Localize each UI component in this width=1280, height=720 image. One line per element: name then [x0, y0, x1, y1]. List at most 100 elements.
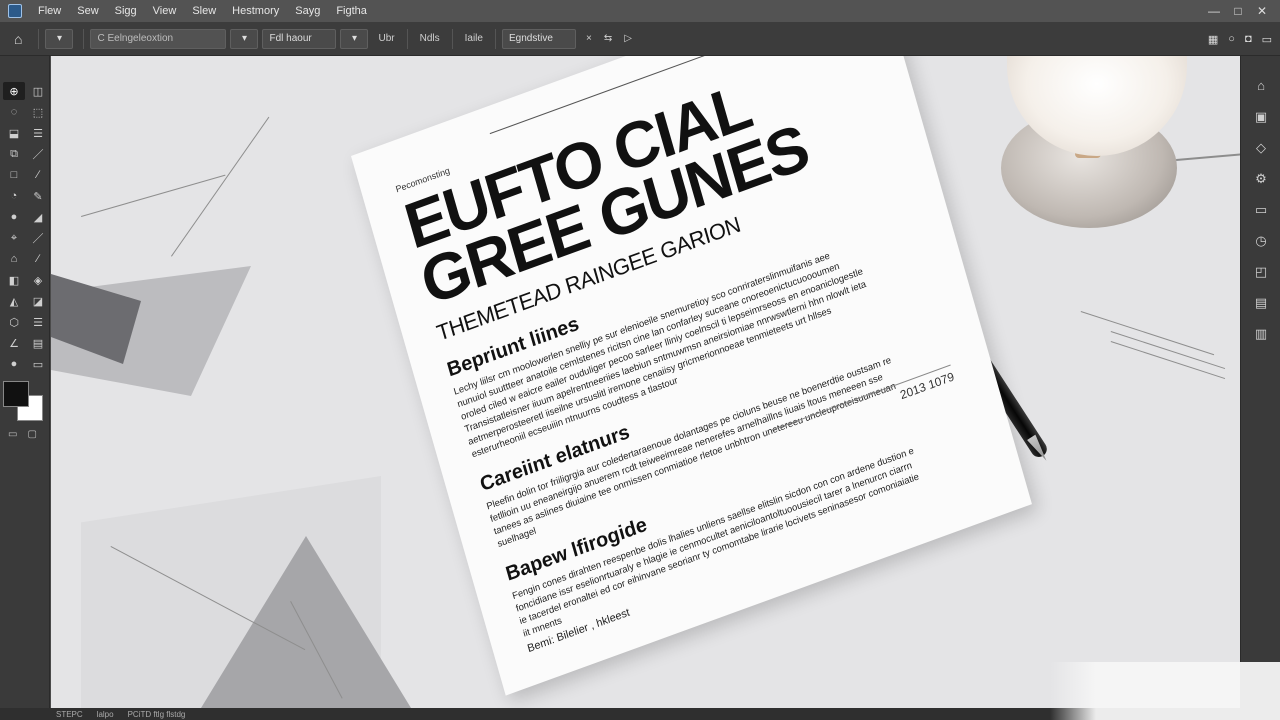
properties-icon[interactable]: ▭ [1241, 194, 1280, 225]
menu-item-2[interactable]: Sew [69, 0, 106, 22]
panel-icon[interactable]: ▭ [1262, 33, 1272, 46]
edit-tool-icon[interactable]: ／ [27, 229, 49, 247]
font-family-value: C Eelngeleoxtion [97, 33, 174, 44]
watermark-blur [1050, 662, 1280, 720]
foreground-color-swatch[interactable] [3, 381, 29, 407]
close-icon[interactable]: × [586, 33, 592, 44]
type-tool-icon[interactable]: ☰ [27, 313, 49, 331]
brush-tool-icon[interactable]: ∕ [27, 166, 49, 184]
channels-icon[interactable]: ▥ [1241, 318, 1280, 349]
close-button[interactable]: ✕ [1250, 4, 1274, 18]
screen-mode-icon[interactable]: ▢ [27, 429, 36, 440]
font-family-field[interactable]: C Eelngeleoxtion [90, 28, 227, 49]
path-tool-icon[interactable]: ∠ [3, 334, 25, 352]
lasso-tool-icon[interactable]: ◌ [3, 103, 25, 121]
status-info-1: lalpo [96, 709, 114, 719]
zoom-tool-icon[interactable]: ▭ [27, 355, 49, 373]
window-controls: — □ ✕ [1202, 0, 1274, 22]
marquee-tool-icon[interactable]: ⬚ [27, 103, 49, 121]
timer-icon[interactable]: ◷ [1241, 225, 1280, 256]
rectangle-tool-icon[interactable]: □ [3, 166, 25, 184]
grid-icon[interactable]: ▦ [1208, 33, 1218, 46]
menu-item-view[interactable]: View [145, 0, 185, 22]
menu-item-7[interactable]: Sayg [287, 0, 328, 22]
pen-nib [1027, 434, 1051, 463]
font-style-field[interactable]: Fdl haour [262, 28, 337, 49]
menu-item-3[interactable]: Sigg [107, 0, 145, 22]
color-swatches [3, 381, 49, 425]
spot-heal-tool-icon[interactable]: ◔ [3, 187, 25, 205]
gradient-tool-icon[interactable]: ◪ [27, 292, 49, 310]
zoom-level[interactable]: STEPC [56, 710, 83, 719]
divider [406, 28, 408, 49]
pencil-tool-icon[interactable]: ✎ [27, 187, 49, 205]
decor-line [1110, 331, 1226, 370]
dock-spacer [1241, 56, 1280, 70]
style-value: Egndstive [508, 33, 553, 44]
history-icon[interactable]: ▣ [1241, 101, 1280, 132]
home-icon[interactable]: ⌂ [1241, 70, 1280, 101]
play-icon[interactable]: ▷ [624, 33, 632, 44]
right-panel-dock: ⌂ ▣ ◇ ⚙ ▭ ◷ ◰ ▤ ▥ [1240, 56, 1280, 708]
style-field[interactable]: Egndstive [501, 28, 576, 49]
line-tool-icon[interactable]: ☰ [27, 124, 49, 142]
brush-tool-icon[interactable]: ⌂ [14, 31, 22, 47]
divider [38, 28, 40, 49]
font-style-value: Fdl haour [269, 33, 312, 44]
preset-picker[interactable]: ▾ [45, 28, 74, 49]
fill-tool-icon[interactable]: ◢ [27, 208, 49, 226]
move-tool-icon[interactable]: ⊕ [3, 82, 25, 100]
document-page[interactable]: Pecomonsting EUFTO CIAL GREE GUNES THEME… [351, 56, 1032, 696]
menu-item-6[interactable]: Hestmory [224, 0, 287, 22]
camera-icon[interactable]: ◘ [1245, 33, 1252, 45]
lamp-cord [1176, 152, 1240, 162]
maximize-button[interactable]: □ [1226, 4, 1250, 18]
decor-line [1080, 311, 1215, 356]
adjust-icon[interactable]: ⚙ [1241, 163, 1280, 194]
bucket-tool-icon[interactable]: ◭ [3, 292, 25, 310]
minimize-button[interactable]: — [1202, 4, 1226, 18]
mode-row: ▭ ▢ [0, 425, 49, 440]
options-bar: ⌂ ▾ C Eelngeleoxtion ▾ Fdl haour ▾ Ubr N… [0, 22, 1280, 56]
option-label-b[interactable]: Ndls [420, 33, 440, 44]
quick-mask-icon[interactable]: ▭ [8, 429, 17, 440]
document-date: 2013 1079 [898, 369, 956, 403]
decor-line [1110, 341, 1226, 380]
layer-tool-icon[interactable]: ▤ [27, 334, 49, 352]
hand-tool-icon[interactable]: ● [3, 355, 25, 373]
option-label-a[interactable]: Ubr [378, 33, 394, 44]
option-label-c[interactable]: Iaile [465, 33, 483, 44]
chevron-down-icon: ▾ [56, 33, 62, 44]
crop-tool-icon[interactable]: ⧉ [3, 145, 25, 163]
circle-icon[interactable]: ○ [1228, 33, 1235, 45]
divider [83, 28, 85, 49]
blob-tool-icon[interactable]: ● [3, 208, 25, 226]
layers-icon[interactable]: ▤ [1241, 287, 1280, 318]
color-icon[interactable]: ◇ [1241, 132, 1280, 163]
app-icon[interactable] [8, 4, 22, 18]
chevron-down-icon: ▾ [351, 33, 357, 44]
divider [451, 28, 453, 49]
artboard-tool-icon[interactable]: ◫ [27, 82, 49, 100]
font-style-dropdown[interactable]: ▾ [340, 28, 369, 49]
canvas-area[interactable]: Pecomonsting EUFTO CIAL GREE GUNES THEME… [51, 56, 1240, 708]
dodge-tool-icon[interactable]: ◈ [27, 271, 49, 289]
tools-panel: ⊕ ◫ ◌ ⬚ ⬓ ☰ ⧉ ／ □ ∕ ◔ ✎ ● ◢ ⌖ ／ ⌂ ∕ ◧ ◈ … [0, 56, 50, 708]
options-right-group: ▦ ○ ◘ ▭ [1208, 22, 1272, 56]
libraries-icon[interactable]: ◰ [1241, 256, 1280, 287]
tool-grid: ⊕ ◫ ◌ ⬚ ⬓ ☰ ⧉ ／ □ ∕ ◔ ✎ ● ◢ ⌖ ／ ⌂ ∕ ◧ ◈ … [0, 56, 49, 373]
eyedropper-tool-icon[interactable]: ⌖ [3, 229, 25, 247]
menu-item-8[interactable]: Figtha [328, 0, 375, 22]
select-tool-icon[interactable]: ⬓ [3, 124, 25, 142]
eraser-tool-icon[interactable]: ◧ [3, 271, 25, 289]
arrows-icon[interactable]: ⇆ [604, 33, 612, 44]
shape-tool-icon[interactable]: ⬡ [3, 313, 25, 331]
menu-item-5[interactable]: Slew [184, 0, 224, 22]
chevron-down-icon: ▾ [241, 33, 247, 44]
smudge-tool-icon[interactable]: ∕ [27, 250, 49, 268]
menu-bar: Flew Sew Sigg View Slew Hestmory Sayg Fi… [0, 0, 1280, 22]
pen-tool-icon[interactable]: ／ [27, 145, 49, 163]
menu-item-1[interactable]: Flew [30, 0, 69, 22]
stamp-tool-icon[interactable]: ⌂ [3, 250, 25, 268]
font-family-dropdown[interactable]: ▾ [230, 28, 259, 49]
